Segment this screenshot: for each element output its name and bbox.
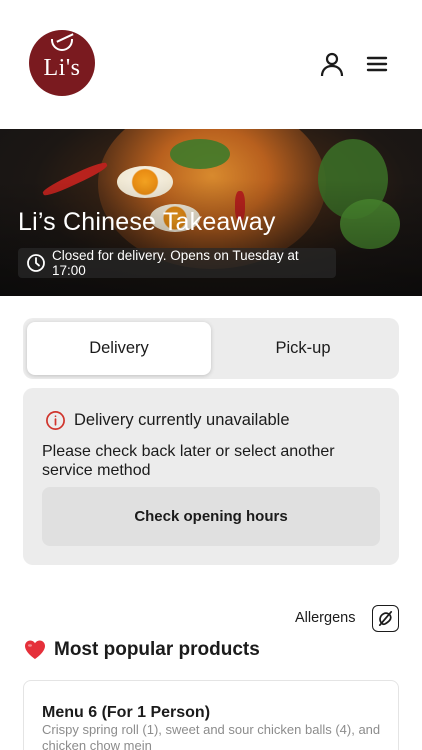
- logo-bowl-icon: [51, 39, 73, 51]
- pickup-tab[interactable]: Pick-up: [211, 322, 395, 375]
- product-description: Crispy spring roll (1), sweet and sour c…: [42, 722, 381, 750]
- delivery-unavailable-card: Delivery currently unavailable Please ch…: [23, 388, 399, 565]
- status-badge: Closed for delivery. Opens on Tuesday at…: [18, 248, 336, 278]
- check-opening-hours-button[interactable]: Check opening hours: [42, 487, 380, 546]
- hero-banner: Li’s Chinese Takeaway Closed for deliver…: [0, 129, 422, 296]
- service-method-toggle: Delivery Pick-up: [23, 318, 399, 379]
- allergen-icon[interactable]: [372, 605, 399, 632]
- status-text: Closed for delivery. Opens on Tuesday at…: [51, 248, 299, 278]
- restaurant-logo[interactable]: Li's: [29, 30, 95, 96]
- product-card[interactable]: Menu 6 (For 1 Person) Crispy spring roll…: [23, 680, 399, 750]
- top-header: Li's: [0, 0, 422, 129]
- allergens-label[interactable]: Allergens: [295, 610, 355, 626]
- heart-icon: [25, 640, 45, 659]
- logo-text: Li's: [43, 54, 81, 81]
- restaurant-name: Li’s Chinese Takeaway: [18, 208, 276, 236]
- user-icon[interactable]: [318, 50, 346, 78]
- product-name: Menu 6 (For 1 Person): [42, 704, 211, 721]
- unavailable-title: Delivery currently unavailable: [74, 411, 290, 429]
- popular-title: Most popular products: [54, 639, 260, 660]
- popular-section-header: Most popular products: [23, 638, 260, 662]
- delivery-tab[interactable]: Delivery: [27, 322, 211, 375]
- info-circle-icon: [46, 411, 65, 430]
- hamburger-menu-icon[interactable]: [363, 50, 391, 78]
- clock-icon: [27, 254, 45, 272]
- unavailable-message: Please check back later or select anothe…: [42, 443, 335, 479]
